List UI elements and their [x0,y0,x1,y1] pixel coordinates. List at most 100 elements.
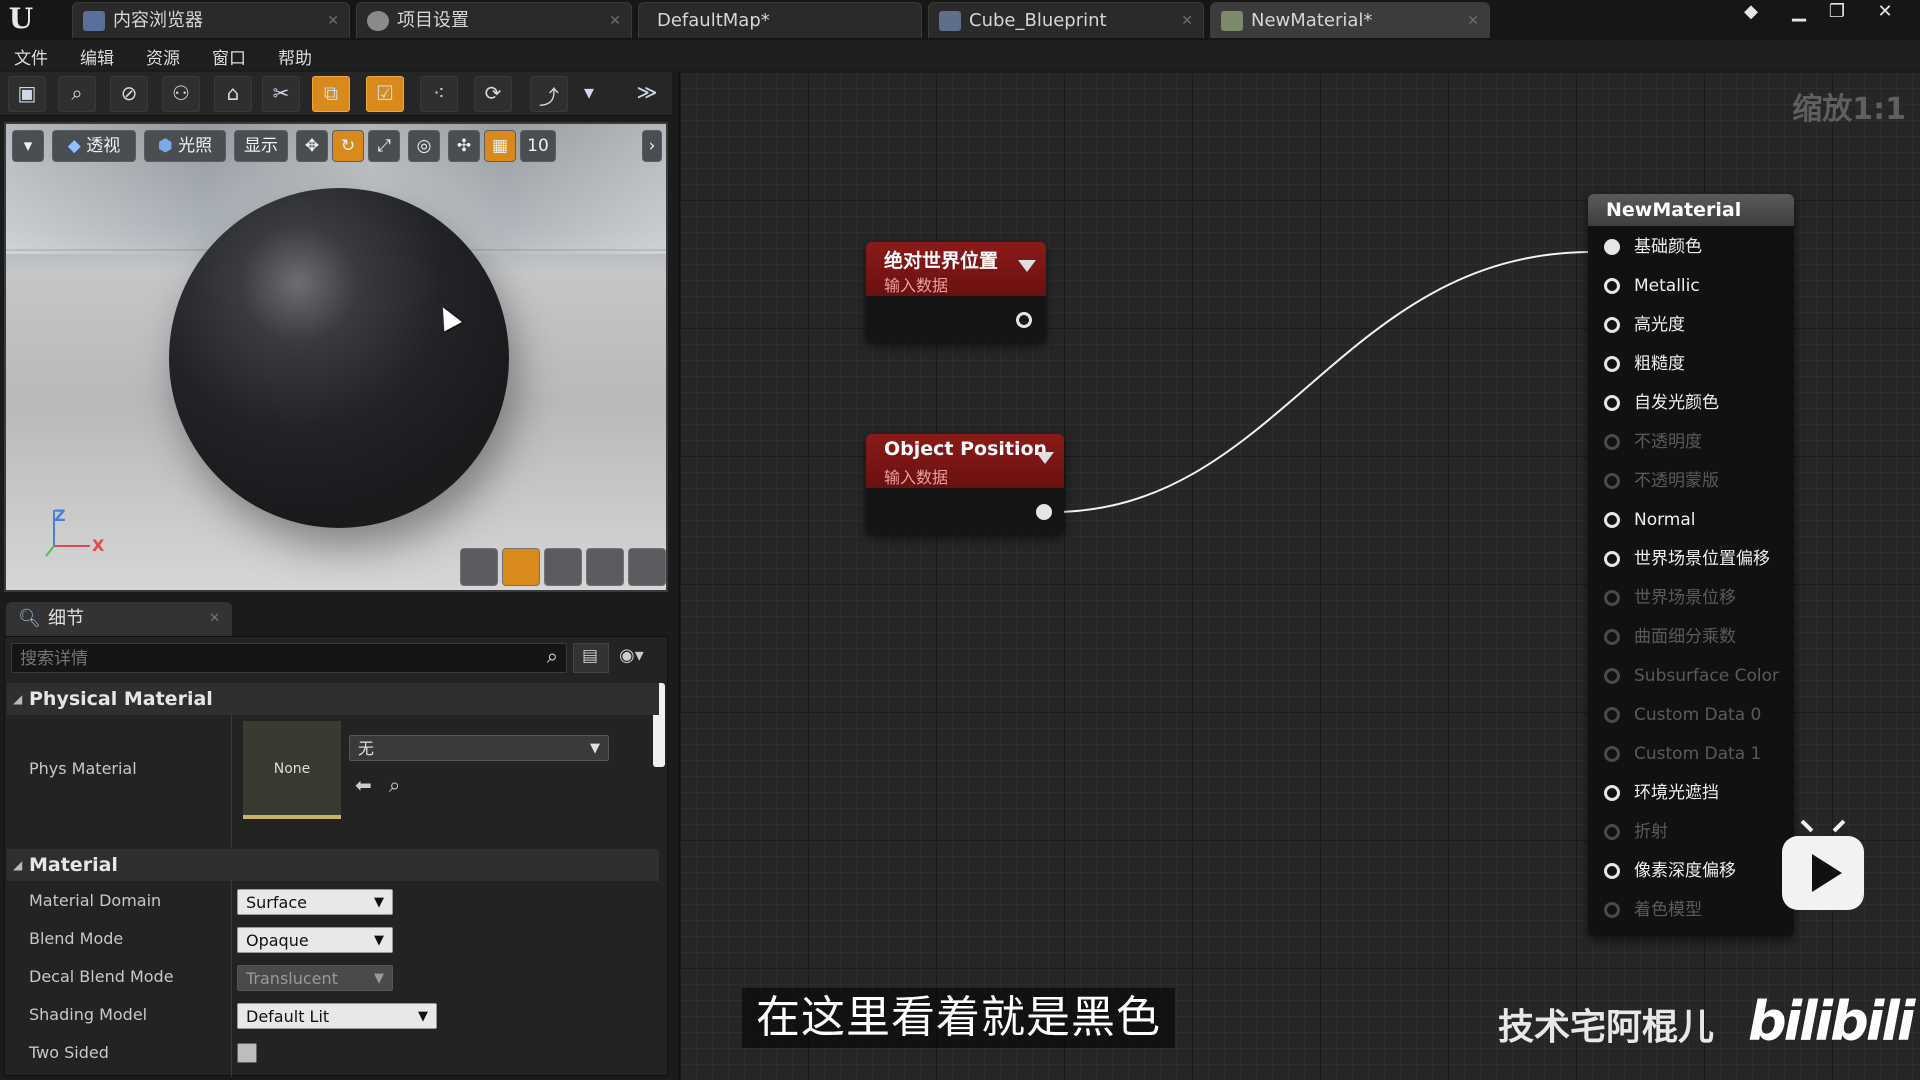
preview-viewport[interactable]: ▾ ◆ 透视 ⬢ 光照 显示 ✥ ↻ ⤢ ◎ ✣ ▦ 10 › Z X [4,122,668,592]
maximize-icon[interactable]: ❐ [1820,0,1854,26]
material-domain-select[interactable]: Surface ▼ [237,889,393,915]
expand-toolbar-button[interactable]: ≫ [630,76,664,112]
preview-plane-button[interactable] [544,548,582,586]
minimize-icon[interactable]: ▁ [1782,0,1816,26]
menu-asset[interactable]: 资源 [146,44,180,69]
output-pin[interactable] [1016,312,1032,328]
input-pin[interactable] [1604,512,1620,528]
input-pin[interactable] [1604,317,1620,333]
node-subtitle: 输入数据 [884,468,949,487]
input-label: 粗糙度 [1634,354,1685,374]
show-button[interactable]: 显示 [234,130,288,162]
tab-content-browser[interactable]: 内容浏览器 ✕ [72,2,350,38]
close-icon[interactable]: ✕ [327,3,339,39]
hide-unrelated-button[interactable]: ⤴ [530,76,568,112]
chevron-down-icon[interactable] [1018,260,1036,272]
select-value: Opaque [246,931,309,950]
content-browser-icon [83,11,105,31]
use-selected-arrow-icon[interactable]: ⬅ [355,773,372,797]
column-divider [231,881,232,1077]
viewport-options-button[interactable]: ▾ [12,130,44,162]
menu-file[interactable]: 文件 [14,44,48,69]
object-position-node[interactable]: Object Position 输入数据 [866,434,1064,534]
browse-button[interactable]: ⌕ [58,76,96,112]
list-icon: ▤ [582,646,599,666]
home-button[interactable]: ⌂ [214,76,252,112]
browse-asset-icon[interactable]: ⌕ [389,773,400,797]
close-icon[interactable]: ✕ [1181,3,1193,39]
material-result-node[interactable]: NewMaterial 基础颜色 Metallic 高光度 粗糙度 自发光颜色 不透明度不… [1588,194,1794,936]
rotate-button[interactable]: ↻ [332,130,364,162]
unreal-logo-icon[interactable]: U [4,2,38,36]
lit-button[interactable]: ⬢ 光照 [144,130,226,162]
input-pin[interactable] [1604,551,1620,567]
surface-snap-button[interactable]: ✣ [448,130,480,162]
world-local-button[interactable]: ◎ [408,130,440,162]
blueprint-icon [939,11,961,31]
search-input[interactable] [12,644,542,674]
blend-mode-select[interactable]: Opaque ▼ [237,927,393,953]
perspective-button[interactable]: ◆ 透视 [52,130,136,162]
close-icon[interactable]: ✕ [1467,3,1479,39]
dropdown-button[interactable]: ▾ [576,76,602,112]
preview-sphere-button[interactable] [502,548,540,586]
search-nodes-button[interactable]: ⚇ [162,76,200,112]
viewport-expand-button[interactable]: › [642,130,662,162]
visibility-filter-button[interactable]: ◉▾ [619,645,644,666]
chevron-down-icon[interactable] [1036,452,1054,464]
apply-button[interactable]: ⊘ [110,76,148,112]
input-pin[interactable] [1604,395,1620,411]
output-pin[interactable] [1036,504,1052,520]
preview-cube-button[interactable] [586,548,624,586]
input-pin[interactable] [1604,278,1620,294]
shading-model-select[interactable]: Default Lit ▼ [237,1003,437,1029]
connectors-button[interactable]: ⧉ [312,76,350,112]
tab-details[interactable]: 🔍︎ 细节 ✕ [6,602,232,636]
input-pin[interactable] [1604,863,1620,879]
shading-model-label: Shading Model [29,1005,148,1024]
phys-material-thumbnail[interactable]: None [243,721,341,819]
translate-button[interactable]: ✥ [296,130,328,162]
input-pin[interactable] [1604,239,1620,255]
video-subtitle: 在这里看着就是黑色 [742,988,1175,1048]
scale-button[interactable]: ⤢ [368,130,400,162]
menu-help[interactable]: 帮助 [278,44,312,69]
live-preview-button[interactable]: ☑ [366,76,404,112]
help-icon[interactable]: ◆ [1734,0,1768,26]
tab-new-material[interactable]: NewMaterial* ✕ [1210,2,1490,38]
search-icon[interactable]: ⌕ [547,644,558,668]
tab-label: Cube_Blueprint [969,10,1107,31]
section-physical-material[interactable]: ◢ Physical Material [7,683,659,715]
search-details-field[interactable]: ⌕ [11,643,567,674]
preview-mesh-button[interactable] [628,548,666,586]
save-button[interactable]: ▣ [8,76,46,112]
two-sided-checkbox[interactable] [237,1043,257,1063]
close-icon[interactable]: ✕ [609,3,621,39]
material-graph-canvas[interactable]: 缩放1:1 绝对世界位置 输入数据 Object Position 输入数据 N… [678,72,1920,1080]
uploader-watermark: 技术宅阿棍儿 [1498,1007,1715,1048]
grid-snap-button[interactable]: ▦ [484,130,516,162]
tab-default-map[interactable]: DefaultMap* [638,2,922,38]
live-nodes-button[interactable]: ⁖ [420,76,458,112]
live-update-button[interactable]: ⟳ [474,76,512,112]
view-options-button[interactable]: ▤ [573,643,609,673]
close-window-icon[interactable]: ✕ [1868,0,1902,26]
absolute-world-position-node[interactable]: 绝对世界位置 输入数据 [866,242,1046,342]
input-pin[interactable] [1604,785,1620,801]
input-label: 高光度 [1634,315,1685,335]
close-icon[interactable]: ✕ [209,602,220,636]
section-material[interactable]: ◢ Material [7,849,659,881]
phys-material-asset-picker[interactable]: 无 ▼ [349,735,609,761]
column-divider [231,715,232,847]
lit-icon: ⬢ [157,136,179,156]
grid-snap-value[interactable]: 10 [520,130,556,162]
clean-up-button[interactable]: ✂ [262,76,300,112]
select-value: Default Lit [246,1007,330,1026]
preview-cylinder-button[interactable] [460,548,498,586]
input-pin[interactable] [1604,356,1620,372]
tab-cube-blueprint[interactable]: Cube_Blueprint ✕ [928,2,1204,38]
save-icon: ▣ [17,81,37,105]
menu-window[interactable]: 窗口 [212,44,246,69]
tab-project-settings[interactable]: 项目设置 ✕ [356,2,632,38]
menu-edit[interactable]: 编辑 [80,44,114,69]
